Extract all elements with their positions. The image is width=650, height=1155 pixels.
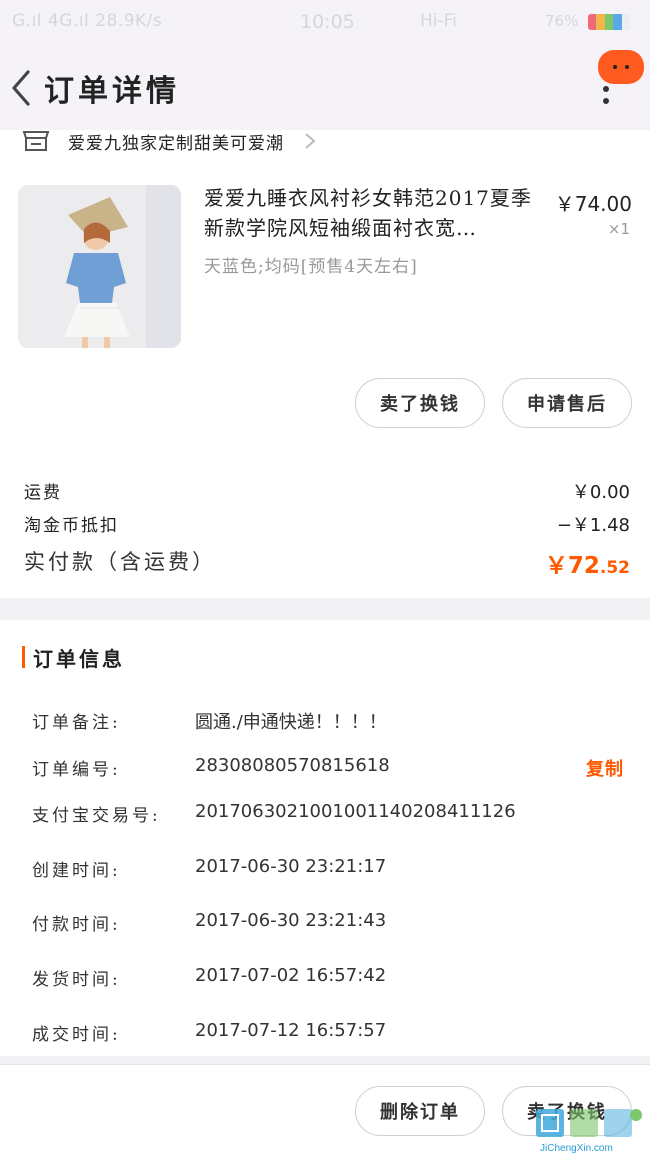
product-sku: 天蓝色;均码[预售4天左右] [204,257,418,277]
info-key: 成交时间: [32,1025,121,1045]
info-value: 2017-06-30 23:21:17 [195,856,387,877]
more-menu-icon[interactable] [598,50,644,112]
info-value: 圆通./申通快递！！！！ [195,712,387,733]
section-accent-bar [22,646,25,668]
paid-amount-decimal: .52 [599,558,630,578]
product-image[interactable] [18,185,181,348]
shipping-value: ￥0.00 [571,482,630,503]
info-key: 付款时间: [32,915,121,935]
clock: 10:05 [300,11,355,33]
shop-row[interactable]: 爱爱九独家定制甜美可爱潮 [22,126,316,156]
status-bar: G.ıl 4G.ıl 28.9K/s 10:05 Hi-Fi 76% [0,0,650,44]
page-title: 订单详情 [44,74,180,109]
order-product-card: 爱爱九独家定制甜美可爱潮 爱爱九睡衣风衬衫女韩范2017夏季新款学院风短袖缎面衬… [0,130,650,598]
info-key: 订单备注: [32,713,121,733]
delete-order-button[interactable]: 删除订单 [355,1086,485,1136]
info-key: 订单编号: [32,760,121,780]
shop-name: 爱爱九独家定制甜美可爱潮 [68,133,284,154]
shop-icon [22,131,50,151]
after-sale-button[interactable]: 申请售后 [502,378,632,428]
coin-deduction-row: 淘金币抵扣 −￥1.48 [24,511,630,537]
copy-order-number-button[interactable]: 复制 [586,755,624,781]
product-quantity: ×1 [607,220,630,238]
info-value: 2017-07-12 16:57:57 [195,1020,387,1041]
shipping-label: 运费 [24,483,62,503]
info-key: 创建时间: [32,861,121,881]
info-value: 2830808057081561​8 [195,755,390,776]
shipping-row: 运费 ￥0.00 [24,478,630,504]
back-arrow-icon[interactable] [10,68,34,108]
paid-row: 实付款（含运费） ￥72.52 [24,546,630,580]
message-bubble-icon [598,50,644,84]
info-key: 发货时间: [32,970,121,990]
sell-button[interactable]: 卖了换钱 [355,378,485,428]
chevron-right-icon [305,133,316,149]
info-value: 2017063021001001140208411126 [195,801,516,822]
order-info-title: 订单信息 [33,646,125,671]
product-price: ￥74.00 [554,192,632,216]
battery-percent: 76% [545,12,579,30]
order-info-card: 订单信息 订单备注: 圆通./申通快递！！！！ 订单编号: 2830808057… [0,620,650,1056]
nav-bar: 订单详情 [0,44,650,130]
info-value: 2017-07-02 16:57:42 [195,965,387,986]
network-status: G.ıl 4G.ıl 28.9K/s [12,11,163,31]
product-title[interactable]: 爱爱九睡衣风衬衫女韩范2017夏季新款学院风短袖缎面衬衣宽… [204,183,534,243]
watermark-text: JiChengXin.com [540,1143,613,1154]
paid-amount: ￥72.52 [545,546,630,580]
battery-icon [588,14,630,30]
coin-value: −￥1.48 [556,515,630,536]
info-key: 支付宝交易号: [32,806,161,826]
coin-label: 淘金币抵扣 [24,516,119,536]
info-value: 2017-06-30 23:21:43 [195,910,387,931]
paid-amount-int: ￥72 [544,553,600,579]
paid-label: 实付款（含运费） [24,550,216,574]
order-info-header: 订单信息 [22,646,125,671]
hifi-label: Hi-Fi [420,11,457,31]
